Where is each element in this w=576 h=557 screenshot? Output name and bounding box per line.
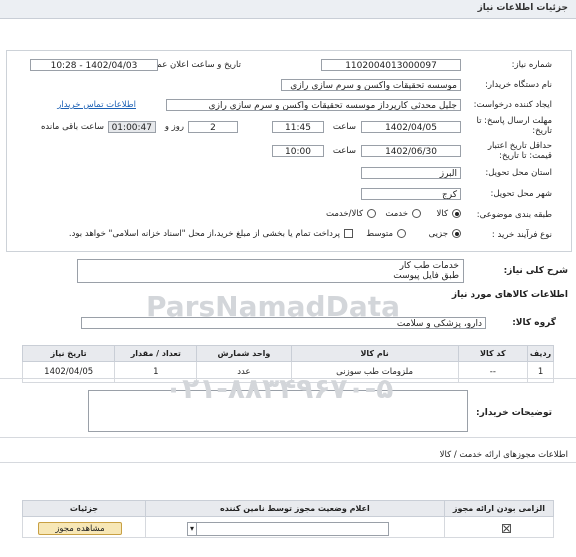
validity-time-label: ساعت	[332, 146, 356, 156]
licenses-divider	[0, 462, 576, 463]
col-code: کد کالا	[457, 345, 529, 362]
goods-group-label: گروه کالا:	[512, 318, 556, 328]
treasury-payment-checkbox[interactable]	[344, 229, 353, 238]
goods-section-title: اطلاعات کالاهای مورد نیاز	[451, 290, 568, 300]
goods-group-field: دارو، پزشکی و سلامت	[81, 317, 486, 329]
buyer-field: موسسه تحقیقات واکسن و سرم سازی رازی	[281, 79, 461, 91]
col-details: جزئیات	[22, 500, 146, 517]
remaining-label: ساعت باقی مانده	[40, 122, 104, 132]
validity-label: حداقل تاریخ اعتبار قیمت: تا تاریخ:	[487, 141, 552, 161]
summary-box: خدمات طب کار طبق فایل پیوست	[77, 259, 464, 283]
process-label: نوع فرآیند خرید :	[491, 230, 552, 240]
col-status: اعلام وضعیت مجوز توسط نامین کننده	[144, 500, 445, 517]
license-status-select[interactable]: ▾	[187, 522, 389, 536]
deadline-time-field: 11:45	[272, 121, 324, 133]
page-header: جزئیات اطلاعات نیاز	[0, 0, 576, 19]
need-number-label: شماره نیاز:	[511, 60, 552, 70]
chevron-down-icon: ▾	[190, 523, 198, 535]
days-label: روز و	[164, 122, 184, 132]
process-medium-label: متوسط	[366, 229, 393, 239]
col-required: الزامی بودن ارائه مجوز	[443, 500, 555, 517]
col-name: نام کالا	[290, 345, 459, 362]
process-medium-radio[interactable]	[397, 229, 406, 238]
announce-field: 1402/04/03 - 10:28	[30, 59, 158, 71]
category-goods-radio[interactable]	[452, 209, 461, 218]
col-row: ردیف	[527, 345, 554, 362]
category-both-label: کالا/خدمت	[326, 209, 363, 219]
summary-label: شرح کلی نیاز:	[503, 266, 568, 276]
days-field: 2	[188, 121, 238, 133]
category-label: طبقه بندی موضوعی:	[476, 210, 552, 220]
creator-label: ایجاد کننده درخواست:	[473, 100, 552, 110]
col-unit: واحد شمارش	[196, 345, 292, 362]
validity-time-field: 10:00	[272, 145, 324, 157]
cell-required	[443, 516, 555, 538]
col-qty: تعداد / مقدار	[114, 345, 198, 362]
province-field: البرز	[361, 167, 461, 179]
deadline-time-label: ساعت	[332, 122, 356, 132]
goods-table-header: ردیف کد کالا نام کالا واحد شمارش تعداد /…	[21, 345, 554, 362]
licenses-section-title: اطلاعات مجوزهای ارائه خدمت / کالا	[439, 450, 568, 460]
category-both-radio[interactable]	[367, 209, 376, 218]
category-service-radio[interactable]	[412, 209, 421, 218]
category-service-label: خدمت	[385, 209, 408, 219]
buyer-label: نام دستگاه خریدار:	[485, 80, 552, 90]
remaining-time-field: 01:00:47	[108, 121, 156, 133]
col-date: تاریخ نیاز	[21, 345, 116, 362]
buyer-contact-link[interactable]: اطلاعات تماس خریدار	[57, 100, 136, 110]
validity-date-field: 1402/06/30	[361, 145, 461, 157]
province-label: استان محل تحویل:	[485, 168, 552, 178]
city-field: کرج	[361, 188, 461, 200]
summary-line-2: طبق فایل پیوست	[393, 271, 459, 281]
buyer-notes-box	[88, 390, 468, 432]
treasury-payment-note: پرداخت تمام یا بخشی از مبلغ خرید،از محل …	[68, 229, 340, 239]
page-title: جزئیات اطلاعات نیاز	[477, 3, 568, 13]
required-checkbox	[502, 524, 511, 533]
buyer-notes-label: توضیحات خریدار:	[476, 408, 552, 418]
process-minor-radio[interactable]	[452, 229, 461, 238]
creator-field: جلیل محدثی کارپرداز موسسه تحقیقات واکسن …	[166, 99, 461, 111]
view-license-button[interactable]: مشاهده مجوز	[38, 522, 122, 535]
process-minor-label: جزیی	[428, 229, 448, 239]
licenses-table-header: الزامی بودن ارائه مجوز اعلام وضعیت مجوز …	[22, 500, 555, 517]
deadline-label: مهلت ارسال پاسخ: تا تاریخ:	[476, 116, 552, 136]
category-goods-label: کالا	[436, 209, 448, 219]
summary-line-1: خدمات طب کار	[399, 261, 459, 271]
city-label: شهر محل تحویل:	[490, 189, 552, 199]
deadline-date-field: 1402/04/05	[361, 121, 461, 133]
need-number-field: 1102004013000097	[321, 59, 461, 71]
